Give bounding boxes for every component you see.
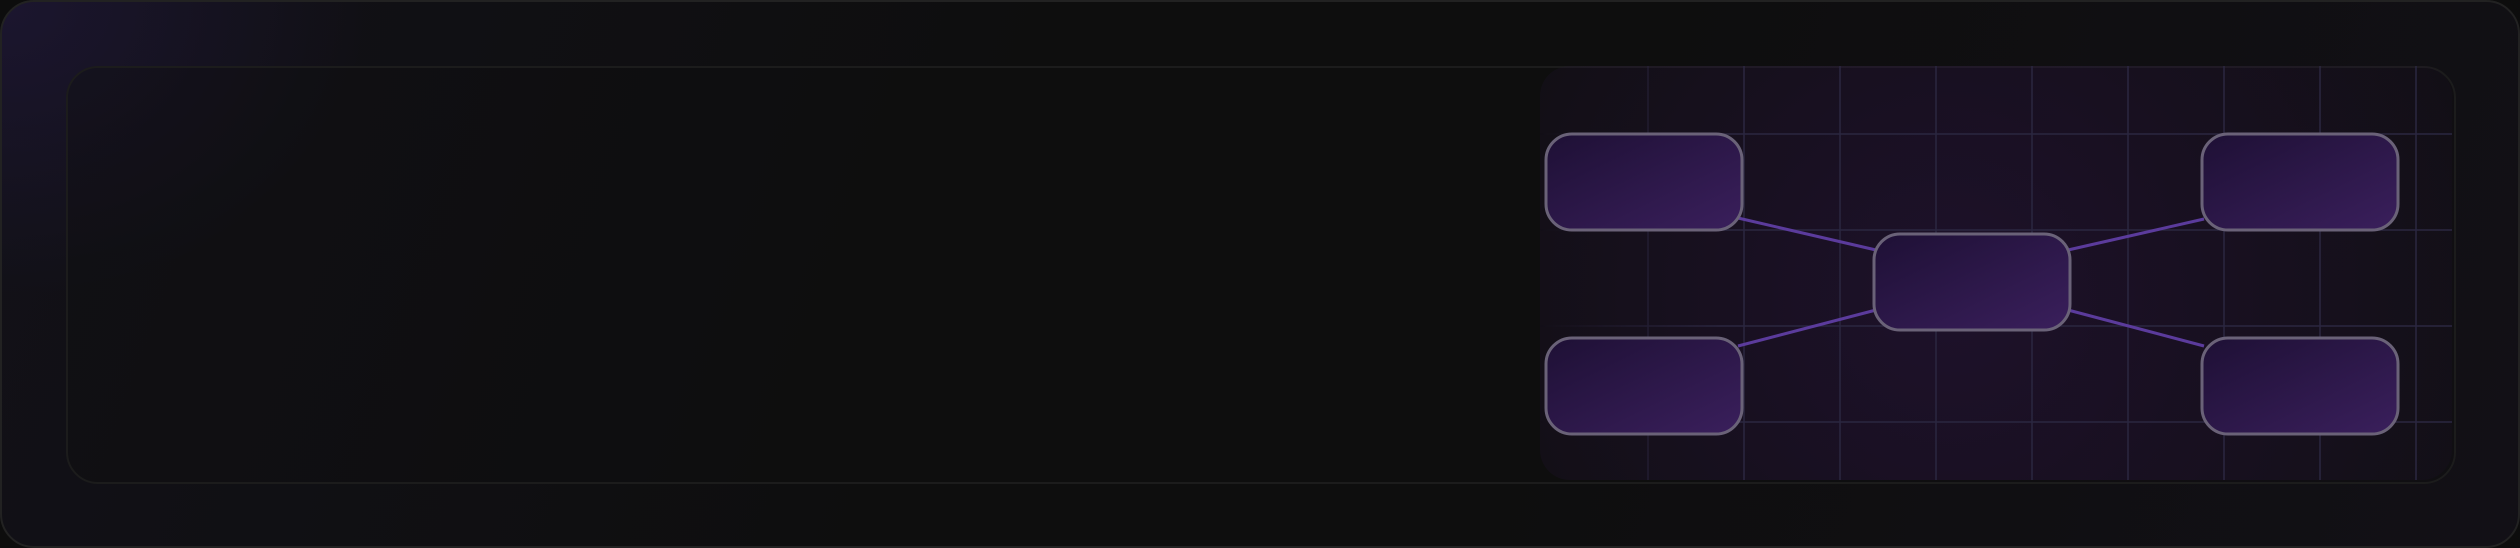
node-top-right — [2200, 132, 2400, 232]
node-box — [2200, 336, 2400, 436]
node-box — [1544, 132, 1744, 232]
node-top-left — [1544, 132, 1744, 232]
node-bottom-right — [2200, 336, 2400, 436]
node-box — [1872, 232, 2072, 332]
node-box — [2200, 132, 2400, 232]
node-box — [1544, 336, 1744, 436]
node-bottom-left — [1544, 336, 1744, 436]
diagram-canvas — [1540, 66, 2452, 480]
node-center — [1872, 232, 2072, 332]
